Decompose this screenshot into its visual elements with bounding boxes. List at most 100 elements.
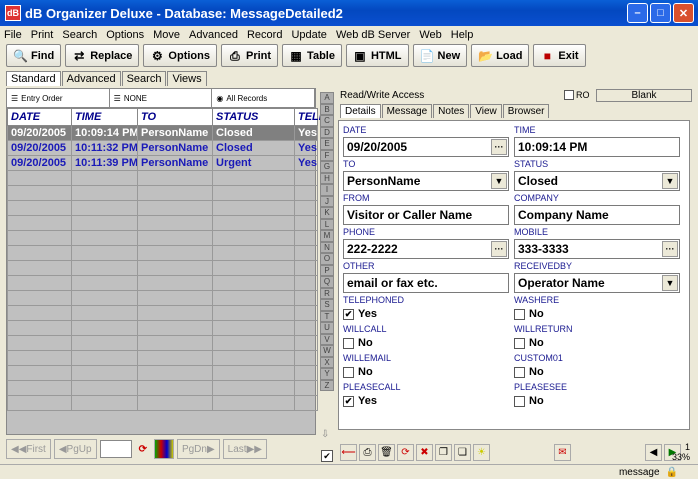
- company-field[interactable]: Company Name: [514, 205, 680, 225]
- record-number-input[interactable]: [99, 440, 132, 458]
- previous-record-icon[interactable]: ◀: [645, 443, 662, 461]
- alpha-index-q[interactable]: Q: [320, 276, 334, 288]
- alpha-index-f[interactable]: F: [320, 149, 334, 161]
- table-row[interactable]: 09/20/2005 10:09:14 PM PersonName Closed…: [7, 125, 318, 141]
- cell-status[interactable]: Closed: [212, 140, 295, 156]
- undo-button[interactable]: ⟳: [135, 439, 151, 459]
- chevron-down-icon[interactable]: ▼: [662, 275, 678, 291]
- menu-search[interactable]: Search: [62, 29, 97, 41]
- alpha-index-l[interactable]: L: [320, 218, 334, 230]
- minimize-button[interactable]: –: [627, 3, 648, 23]
- tab-browser[interactable]: Browser: [502, 104, 550, 118]
- alpha-index-j[interactable]: J: [320, 195, 334, 207]
- print-icon[interactable]: ⎙: [359, 443, 376, 461]
- read-only-toggle[interactable]: RO Blank: [563, 88, 692, 102]
- load-button[interactable]: 📂 Load: [471, 44, 530, 67]
- cell-date[interactable]: 09/20/2005: [7, 155, 72, 171]
- tab-details[interactable]: Details: [340, 104, 381, 118]
- menu-update[interactable]: Update: [291, 29, 326, 41]
- exit-button[interactable]: ■ Exit: [533, 44, 586, 67]
- time-field[interactable]: 10:09:14 PM: [514, 137, 680, 157]
- ro-checkbox[interactable]: [563, 90, 574, 100]
- pgdn-button[interactable]: PgDn ▶: [176, 439, 220, 459]
- column-header-telephoned[interactable]: TELE: [294, 108, 326, 126]
- cell-time[interactable]: 10:11:32 PM: [71, 140, 138, 156]
- alpha-index-b[interactable]: B: [320, 103, 334, 115]
- alpha-index-y[interactable]: Y: [320, 368, 334, 380]
- chevron-down-icon[interactable]: ▼: [662, 173, 678, 189]
- cell-to[interactable]: PersonName: [137, 140, 213, 156]
- new-button[interactable]: 📄 New: [412, 44, 468, 67]
- check-icon[interactable]: ✔: [343, 395, 354, 407]
- print-button[interactable]: ⎙ Print: [220, 44, 279, 67]
- chevron-down-icon[interactable]: ▼: [491, 173, 507, 189]
- last-button[interactable]: Last ▶▶: [222, 439, 267, 459]
- alpha-index-x[interactable]: X: [320, 356, 334, 368]
- cell-time[interactable]: 10:11:39 PM: [71, 155, 138, 171]
- copy-record-icon[interactable]: ❐: [435, 443, 452, 461]
- column-header-time[interactable]: TIME: [71, 108, 138, 126]
- cell-status[interactable]: Urgent: [212, 155, 295, 171]
- column-header-date[interactable]: DATE: [7, 108, 72, 126]
- trash-icon[interactable]: 🗑: [378, 443, 395, 461]
- willemail-checkbox[interactable]: No: [343, 365, 509, 379]
- sort-none-button[interactable]: ☰ NONE: [109, 89, 213, 107]
- first-button[interactable]: ◀◀ First: [6, 439, 51, 459]
- tab-advanced[interactable]: Advanced: [61, 71, 121, 86]
- willreturn-checkbox[interactable]: No: [514, 336, 680, 350]
- menu-web[interactable]: Web: [419, 29, 441, 41]
- alpha-index-m[interactable]: M: [320, 230, 334, 242]
- column-header-status[interactable]: STATUS: [212, 108, 295, 126]
- menu-file[interactable]: File: [4, 29, 22, 41]
- delete-record-icon[interactable]: ✖: [416, 443, 433, 461]
- pleasesee-checkbox[interactable]: No: [514, 394, 680, 408]
- checkbox-box[interactable]: [343, 366, 354, 378]
- menu-print[interactable]: Print: [31, 29, 54, 41]
- cell-telephoned[interactable]: Yes: [294, 140, 318, 156]
- alpha-index-k[interactable]: K: [320, 207, 334, 219]
- table-row[interactable]: 09/20/2005 10:11:39 PM PersonName Urgent…: [7, 155, 318, 171]
- menu-move[interactable]: Move: [153, 29, 180, 41]
- maximize-button[interactable]: □: [650, 3, 671, 23]
- cell-to[interactable]: PersonName: [137, 155, 213, 171]
- filter-all-records-button[interactable]: ◉ All Records: [212, 89, 316, 107]
- column-header-to[interactable]: TO: [137, 108, 213, 126]
- back-arrow-icon[interactable]: ⟵: [340, 443, 357, 461]
- to-dropdown[interactable]: PersonName ▼: [343, 171, 509, 191]
- alpha-index-i[interactable]: I: [320, 184, 334, 196]
- tab-notes[interactable]: Notes: [433, 104, 470, 118]
- alpha-index-r[interactable]: R: [320, 287, 334, 299]
- scroll-down-icon[interactable]: ⇩: [321, 429, 333, 441]
- tab-views[interactable]: Views: [167, 71, 207, 86]
- html-button[interactable]: ▣ HTML: [345, 44, 409, 67]
- alpha-index-p[interactable]: P: [320, 264, 334, 276]
- alpha-index-w[interactable]: W: [320, 345, 334, 357]
- alpha-index-v[interactable]: V: [320, 333, 334, 345]
- alpha-index-c[interactable]: C: [320, 115, 334, 127]
- tab-standard[interactable]: Standard: [6, 71, 61, 86]
- alpha-index-s[interactable]: S: [320, 299, 334, 311]
- blank-button[interactable]: Blank: [596, 88, 692, 102]
- menu-record[interactable]: Record: [247, 29, 282, 41]
- other-field[interactable]: email or fax etc.: [343, 273, 509, 293]
- tab-view[interactable]: View: [470, 104, 502, 118]
- pleasecall-checkbox[interactable]: ✔ Yes: [343, 394, 509, 408]
- tab-search[interactable]: Search: [121, 71, 167, 86]
- checkbox-box[interactable]: [514, 308, 525, 320]
- status-dropdown[interactable]: Closed ▼: [514, 171, 680, 191]
- undo-icon[interactable]: ⟳: [397, 443, 414, 461]
- menu-web-db-server[interactable]: Web dB Server: [336, 29, 410, 41]
- telephoned-checkbox[interactable]: ✔ Yes: [343, 307, 509, 321]
- ellipsis-button[interactable]: ···: [491, 241, 507, 257]
- ellipsis-button[interactable]: ···: [491, 139, 507, 155]
- washere-checkbox[interactable]: No: [514, 307, 680, 321]
- close-button[interactable]: ✕: [673, 3, 694, 23]
- cell-date[interactable]: 09/20/2005: [7, 140, 72, 156]
- multicolor-button[interactable]: [153, 439, 174, 459]
- checkbox-box[interactable]: [514, 366, 525, 378]
- alpha-index-a[interactable]: A: [320, 92, 334, 104]
- lightbulb-icon[interactable]: ☀: [473, 443, 490, 461]
- receivedby-dropdown[interactable]: Operator Name ▼: [514, 273, 680, 293]
- date-field[interactable]: 09/20/2005 ···: [343, 137, 509, 157]
- alpha-index-d[interactable]: D: [320, 126, 334, 138]
